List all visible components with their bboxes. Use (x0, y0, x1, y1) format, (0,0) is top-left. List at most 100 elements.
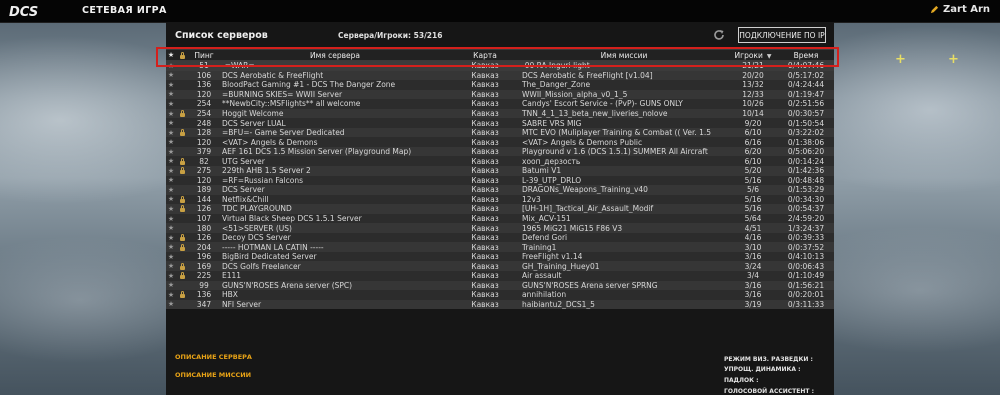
table-row[interactable]: ★ 99 GUNS'N'ROSES Arena server (SPC) Кавказ… (166, 280, 834, 291)
page-title: СЕТЕВАЯ ИГРА (82, 5, 167, 16)
player-count: 3/16 (744, 290, 762, 300)
table-row[interactable]: ★ 120 =RF=Russian Falcons Кавказ L-39_UTP_DR… (166, 175, 834, 186)
favorite-star-icon[interactable]: ★ (166, 176, 176, 184)
server-ping: 347 (196, 299, 212, 309)
table-row[interactable]: ★ 204 ----- HOTMAN LA CATIN ----- Кавказ Tra… (166, 242, 834, 252)
server-ping: 189 (196, 185, 212, 195)
server-uptime: 0/0:20:01 (787, 290, 825, 300)
plus-marker-icon: + (948, 52, 959, 67)
table-row[interactable]: ★ 169 DCS Golfs Freelancer Кавказ GH_Trainin… (166, 261, 834, 272)
favorite-star-icon[interactable]: ★ (166, 100, 176, 108)
connect-by-ip-button[interactable]: ПОДКЛЮЧЕНИЕ ПО IP (738, 27, 826, 43)
server-uptime: 2/4:59:20 (787, 214, 825, 224)
favorite-star-icon[interactable]: ★ (166, 195, 176, 203)
user-profile[interactable]: Zart Arn (930, 4, 990, 15)
favorite-star-icon[interactable]: ★ (166, 186, 176, 194)
mission-name: TNN_4_1_13_beta_new_liveries_nolove (522, 109, 668, 118)
table-row[interactable]: ★ 347 NFI Server Кавказ haibiantu2_DCS1_5 3/1… (166, 299, 834, 310)
server-uptime: 0/1:38:06 (787, 137, 825, 147)
player-count: 6/10 (744, 128, 762, 138)
table-row[interactable]: ★ 275 229th AHB 1.5 Server 2 Кавказ Batumi V… (166, 166, 834, 176)
favorite-star-icon[interactable]: ★ (166, 119, 176, 127)
mission-name: DRAGONs_Weapons_Training_v40 (522, 185, 648, 195)
table-row[interactable]: ★ 180 <51>SERVER (US) Кавказ 1965 MiG21 MiG1… (166, 223, 834, 233)
lock-icon (179, 205, 185, 213)
table-row[interactable]: ★ 126 TDC PLAYGROUND Кавказ [UH-1H]_Tactical… (166, 204, 834, 214)
table-row[interactable]: ★ 82 UTG Server Кавказ хооп_дерзость 6/10 0/0:… (166, 156, 834, 167)
server-description-link[interactable]: ОПИСАНИЕ СЕРВЕРА (175, 353, 252, 361)
favorite-star-icon[interactable]: ★ (166, 71, 176, 79)
server-name: DCS Aerobatic & FreeFlight (222, 70, 324, 80)
server-ping: 126 (196, 233, 212, 243)
lock-icon (179, 157, 185, 165)
server-uptime: 0/3:11:33 (787, 299, 825, 309)
server-uptime: 0/0:06:43 (787, 261, 825, 271)
table-row[interactable]: ★ 120 =BURNING SKIES= WWII Server Кавказ WWI… (166, 89, 834, 100)
favorite-star-icon[interactable]: ★ (166, 157, 176, 165)
simplified-dynamics-label: УПРОЩ. ДИНАМИКА : (724, 366, 801, 373)
table-row[interactable]: ★ 254 Hoggit Welcome Кавказ TNN_4_1_13_beta_… (166, 108, 834, 119)
favorite-star-icon[interactable]: ★ (166, 234, 176, 242)
table-row[interactable]: ★ 128 =BFU=- Game Server Dedicated Кавказ MT… (166, 127, 834, 138)
server-ping: 254 (196, 109, 212, 118)
server-ping: 82 (199, 156, 209, 166)
favorite-star-icon[interactable]: ★ (166, 167, 176, 175)
favorite-star-icon[interactable]: ★ (166, 272, 176, 280)
server-name: DCS Server (222, 185, 265, 195)
player-count: 5/64 (744, 214, 762, 224)
server-list-title: Список серверов (175, 30, 268, 41)
favorite-star-icon[interactable]: ★ (166, 110, 176, 118)
player-count: 5/16 (744, 204, 762, 214)
player-count: 4/51 (744, 223, 762, 233)
favorite-star-icon[interactable]: ★ (166, 90, 176, 98)
table-row[interactable]: ★ 254 **NewbCity::MSFlights** all welcome К… (166, 99, 834, 109)
favorite-star-icon[interactable]: ★ (166, 291, 176, 299)
server-map: Кавказ (471, 166, 499, 176)
table-row[interactable]: ★ 225 E111 Кавказ Air assault 3/4 0/1:10:49 (166, 271, 834, 281)
player-count: 3/16 (744, 280, 762, 290)
favorite-star-icon[interactable]: ★ (166, 224, 176, 232)
favorite-star-icon[interactable]: ★ (166, 300, 176, 308)
refresh-icon[interactable] (712, 28, 726, 42)
server-map: Кавказ (471, 156, 499, 166)
table-row[interactable]: ★ 144 Netflix&Chill Кавказ 12v3 5/16 0/0:34:30 (166, 194, 834, 205)
table-row[interactable]: ★ 379 AEF 161 DCS 1.5 Mission Server (Play… (166, 146, 834, 157)
server-ping: 136 (196, 290, 212, 300)
server-uptime: 0/5:06:20 (787, 147, 825, 157)
server-rows: ★ 51 -=WAR=- Кавказ -00 RA Inguri light 21/21… (166, 61, 834, 310)
server-ping: 204 (196, 242, 212, 252)
server-ping: 248 (196, 118, 212, 128)
favorite-star-icon[interactable]: ★ (166, 262, 176, 270)
mission-description-link[interactable]: ОПИСАНИЕ МИССИИ (175, 371, 251, 379)
table-row[interactable]: ★ 106 DCS Aerobatic & FreeFlight Кавказ DCS … (166, 70, 834, 81)
mission-name: Training1 (522, 242, 557, 252)
server-uptime: 0/0:48:48 (787, 175, 825, 185)
table-row[interactable]: ★ 120 <VAT> Angels & Demons Кавказ <VAT> Ang… (166, 137, 834, 147)
favorite-star-icon[interactable]: ★ (166, 129, 176, 137)
server-map: Кавказ (471, 194, 499, 204)
mission-name: 1965 MiG21 MiG15 F86 V3 (522, 223, 623, 233)
server-map: Кавказ (471, 290, 499, 300)
table-row[interactable]: ★ 126 Decoy DCS Server Кавказ Defend Gori 4/1… (166, 232, 834, 243)
table-row[interactable]: ★ 107 Virtual Black Sheep DCS 1.5.1 Server… (166, 213, 834, 224)
player-count: 5/6 (746, 185, 760, 195)
favorite-star-icon[interactable]: ★ (166, 215, 176, 223)
server-name: Decoy DCS Server (222, 233, 291, 243)
favorite-star-icon[interactable]: ★ (166, 205, 176, 213)
favorite-star-icon[interactable]: ★ (166, 281, 176, 289)
table-row[interactable]: ★ 189 DCS Server Кавказ DRAGONs_Weapons_Trai… (166, 185, 834, 195)
server-ping: 275 (196, 166, 212, 176)
table-row[interactable]: ★ 136 BloodPact Gaming #1 - DCS The Danger… (166, 80, 834, 90)
favorite-star-icon[interactable]: ★ (166, 81, 176, 89)
player-count: 3/24 (744, 261, 762, 271)
lock-icon (179, 129, 185, 137)
favorite-star-icon[interactable]: ★ (166, 253, 176, 261)
table-row[interactable]: ★ 196 BigBird Dedicated Server Кавказ FreeFl… (166, 251, 834, 262)
table-row[interactable]: ★ 136 HBX Кавказ annihilation 3/16 0/0:20:01 (166, 290, 834, 300)
favorite-star-icon[interactable]: ★ (166, 243, 176, 251)
password-cell (176, 195, 188, 204)
password-cell (176, 233, 188, 242)
favorite-star-icon[interactable]: ★ (166, 138, 176, 146)
table-row[interactable]: ★ 248 DCS Server LUAL Кавказ SABRE VRS MIG 9/… (166, 118, 834, 128)
favorite-star-icon[interactable]: ★ (166, 148, 176, 156)
